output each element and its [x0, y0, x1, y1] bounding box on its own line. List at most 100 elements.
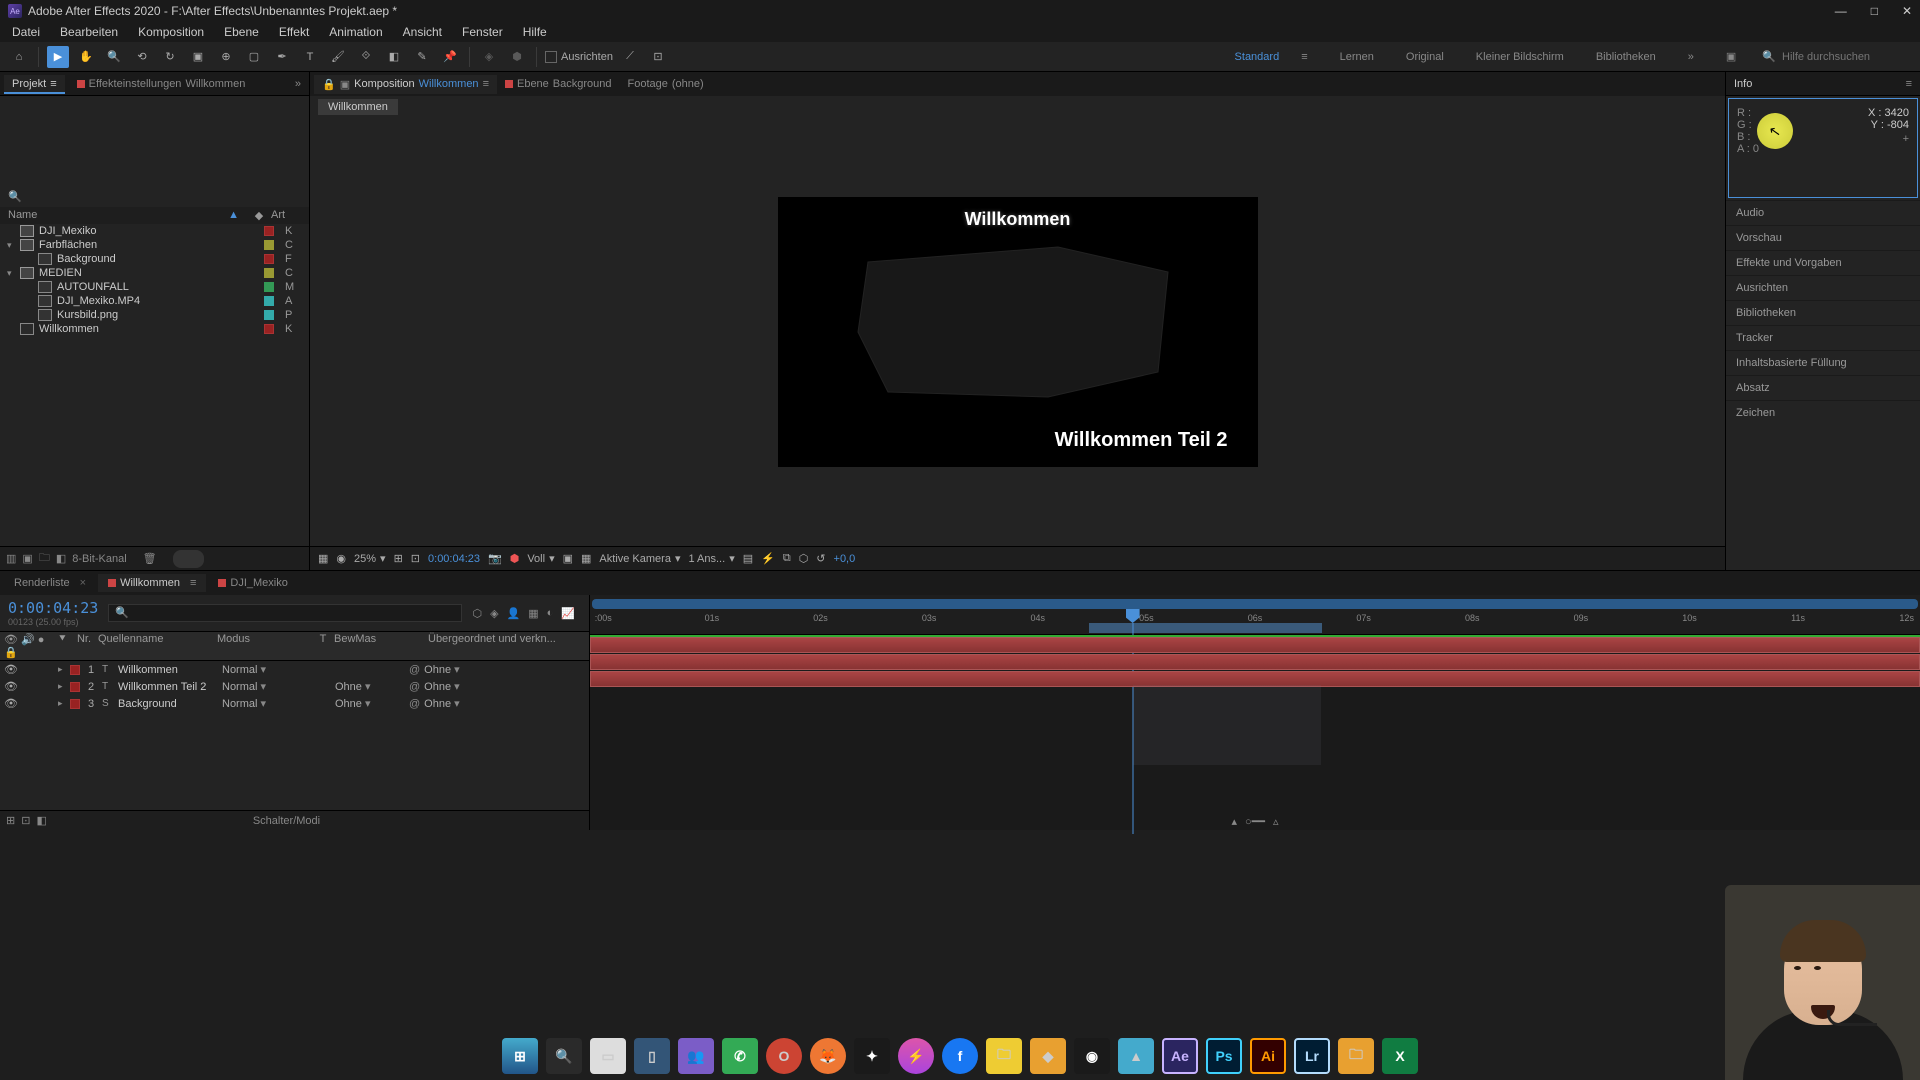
- workspace-kleiner[interactable]: Kleiner Bildschirm: [1470, 47, 1570, 67]
- menu-komposition[interactable]: Komposition: [130, 23, 212, 41]
- new-folder-icon[interactable]: 🗀: [39, 549, 50, 568]
- toggle-mask-icon[interactable]: ◉: [336, 552, 346, 565]
- parent-dropdown[interactable]: Ohne ▾: [424, 680, 460, 693]
- color-depth[interactable]: 8-Bit-Kanal: [72, 553, 126, 565]
- stamp-tool[interactable]: ⟐: [355, 46, 377, 68]
- views-dropdown[interactable]: 1 Ans... ▾: [688, 552, 734, 565]
- help-search-input[interactable]: [1782, 51, 1902, 63]
- label-color-icon[interactable]: [70, 665, 80, 675]
- tab-layer-background[interactable]: Ebene Background: [497, 75, 620, 93]
- label-color-icon[interactable]: [264, 310, 274, 320]
- workspace-standard[interactable]: Standard: [1229, 47, 1286, 67]
- reset-exposure-icon[interactable]: ↺: [816, 552, 825, 565]
- project-search-input[interactable]: [28, 191, 301, 203]
- menu-ansicht[interactable]: Ansicht: [395, 23, 450, 41]
- toggle-modes-icon[interactable]: ⊡: [21, 814, 30, 827]
- twirl-icon[interactable]: ▾: [7, 268, 17, 279]
- visibility-icon[interactable]: 👁: [4, 680, 18, 693]
- graph-editor-icon[interactable]: 📈: [561, 607, 575, 620]
- comp-mini-flow-icon[interactable]: ⬡: [472, 607, 482, 620]
- viewer-time[interactable]: 0:00:04:23: [428, 553, 480, 565]
- project-item[interactable]: DJI_MexikoK: [0, 224, 309, 238]
- delete-icon[interactable]: 🗑: [143, 552, 157, 565]
- blend-mode-dropdown[interactable]: Normal ▾: [222, 663, 297, 676]
- lock-icon[interactable]: 🔒: [322, 78, 336, 91]
- camera-tool[interactable]: ▣: [187, 46, 209, 68]
- timeline-timecode[interactable]: 0:00:04:23: [8, 599, 98, 617]
- zoom-dropdown[interactable]: 25% ▾: [354, 552, 386, 565]
- home-icon[interactable]: ⌂: [8, 46, 30, 68]
- tab-menu-icon[interactable]: ≡: [50, 78, 56, 90]
- explorer-icon[interactable]: 🗀: [986, 1038, 1022, 1074]
- menu-ebene[interactable]: Ebene: [216, 23, 267, 41]
- panel-section[interactable]: Audio: [1726, 200, 1920, 225]
- panel-section[interactable]: Ausrichten: [1726, 275, 1920, 300]
- panel-section[interactable]: Bibliotheken: [1726, 300, 1920, 325]
- panel-menu-icon[interactable]: ≡: [1906, 78, 1912, 90]
- label-color-icon[interactable]: [264, 324, 274, 334]
- mask-icon[interactable]: ⊡: [647, 46, 669, 68]
- panel-section[interactable]: Vorschau: [1726, 225, 1920, 250]
- workspace-bibliotheken[interactable]: Bibliotheken: [1590, 47, 1662, 67]
- task-view-icon[interactable]: ▭: [590, 1038, 626, 1074]
- layer-bar-2[interactable]: [590, 654, 1920, 670]
- toggle-alpha-icon[interactable]: ▦: [318, 552, 328, 565]
- work-area-range[interactable]: [1089, 623, 1322, 633]
- obs-icon[interactable]: ◉: [1074, 1038, 1110, 1074]
- pickwhip-icon[interactable]: @: [409, 664, 420, 676]
- timeline-tracks[interactable]: :00s01s02s03s04s05s06s07s08s09s10s11s12s…: [590, 595, 1920, 830]
- opera-icon[interactable]: O: [766, 1038, 802, 1074]
- workspace-original[interactable]: Original: [1400, 47, 1450, 67]
- shape-tool[interactable]: ▢: [243, 46, 265, 68]
- taskbar-app-1[interactable]: ▯: [634, 1038, 670, 1074]
- layer-row[interactable]: 👁 ▸ 3 S Background Normal ▾ Ohne ▾ @Ohne…: [0, 695, 589, 712]
- camera-dropdown[interactable]: Aktive Kamera ▾: [599, 552, 680, 565]
- pixel-aspect-icon[interactable]: ▤: [743, 552, 753, 565]
- panel-section[interactable]: Effekte und Vorgaben: [1726, 250, 1920, 275]
- twirl-icon[interactable]: ▸: [58, 664, 66, 675]
- menu-datei[interactable]: Datei: [4, 23, 48, 41]
- track-matte-dropdown[interactable]: Ohne ▾: [335, 697, 405, 710]
- label-color-icon[interactable]: [70, 699, 80, 709]
- composition-viewer[interactable]: Willkommen Willkommen Teil 2: [310, 118, 1725, 546]
- after-effects-icon[interactable]: Ae: [1162, 1038, 1198, 1074]
- breadcrumb[interactable]: Willkommen: [318, 99, 398, 115]
- parent-dropdown[interactable]: Ohne ▾: [424, 697, 460, 710]
- label-color-icon[interactable]: [264, 282, 274, 292]
- fast-preview-icon[interactable]: ⚡: [761, 552, 775, 565]
- photoshop-icon[interactable]: Ps: [1206, 1038, 1242, 1074]
- blend-mode-dropdown[interactable]: Normal ▾: [222, 697, 297, 710]
- snapshot-icon[interactable]: 📷: [488, 552, 502, 565]
- draft-3d-icon[interactable]: ◈: [490, 607, 498, 620]
- zoom-tool[interactable]: 🔍: [103, 46, 125, 68]
- layer-row[interactable]: 👁 ▸ 1 T Willkommen Normal ▾ @Ohne ▾: [0, 661, 589, 678]
- twirl-icon[interactable]: ▸: [58, 698, 66, 709]
- exposure-value[interactable]: +0,0: [834, 553, 856, 565]
- label-color-icon[interactable]: [264, 254, 274, 264]
- workspace-edit-icon[interactable]: ▣: [1720, 46, 1742, 67]
- channels-icon[interactable]: ⬢: [510, 552, 520, 565]
- illustrator-icon[interactable]: Ai: [1250, 1038, 1286, 1074]
- roto-tool[interactable]: ✎: [411, 46, 433, 68]
- text-tool[interactable]: T: [299, 46, 321, 68]
- frame-blend-icon[interactable]: ▦: [528, 607, 538, 620]
- tab-timeline-dji[interactable]: DJI_Mexiko: [208, 574, 297, 592]
- panel-section[interactable]: Absatz: [1726, 375, 1920, 400]
- taskbar-app-4[interactable]: ▲: [1118, 1038, 1154, 1074]
- project-item[interactable]: ▾FarbflächenC: [0, 238, 309, 252]
- toggle-switch[interactable]: [173, 550, 204, 568]
- snap-icon[interactable]: ⟋: [619, 46, 641, 68]
- brush-tool[interactable]: 🖌: [327, 46, 349, 68]
- start-button[interactable]: ⊞: [502, 1038, 538, 1074]
- messenger-icon[interactable]: ⚡: [898, 1038, 934, 1074]
- taskbar-app-3[interactable]: ◆: [1030, 1038, 1066, 1074]
- anchor-tool[interactable]: ⊕: [215, 46, 237, 68]
- whatsapp-icon[interactable]: ✆: [722, 1038, 758, 1074]
- panel-more-icon[interactable]: »: [291, 78, 305, 90]
- project-item[interactable]: DJI_Mexiko.MP4A: [0, 294, 309, 308]
- extra-tool-1[interactable]: ◈: [478, 46, 500, 68]
- pickwhip-icon[interactable]: @: [409, 698, 420, 710]
- lightroom-icon[interactable]: Lr: [1294, 1038, 1330, 1074]
- tab-menu-icon[interactable]: ≡: [483, 78, 489, 90]
- zoom-slider[interactable]: ○━━: [1245, 815, 1265, 828]
